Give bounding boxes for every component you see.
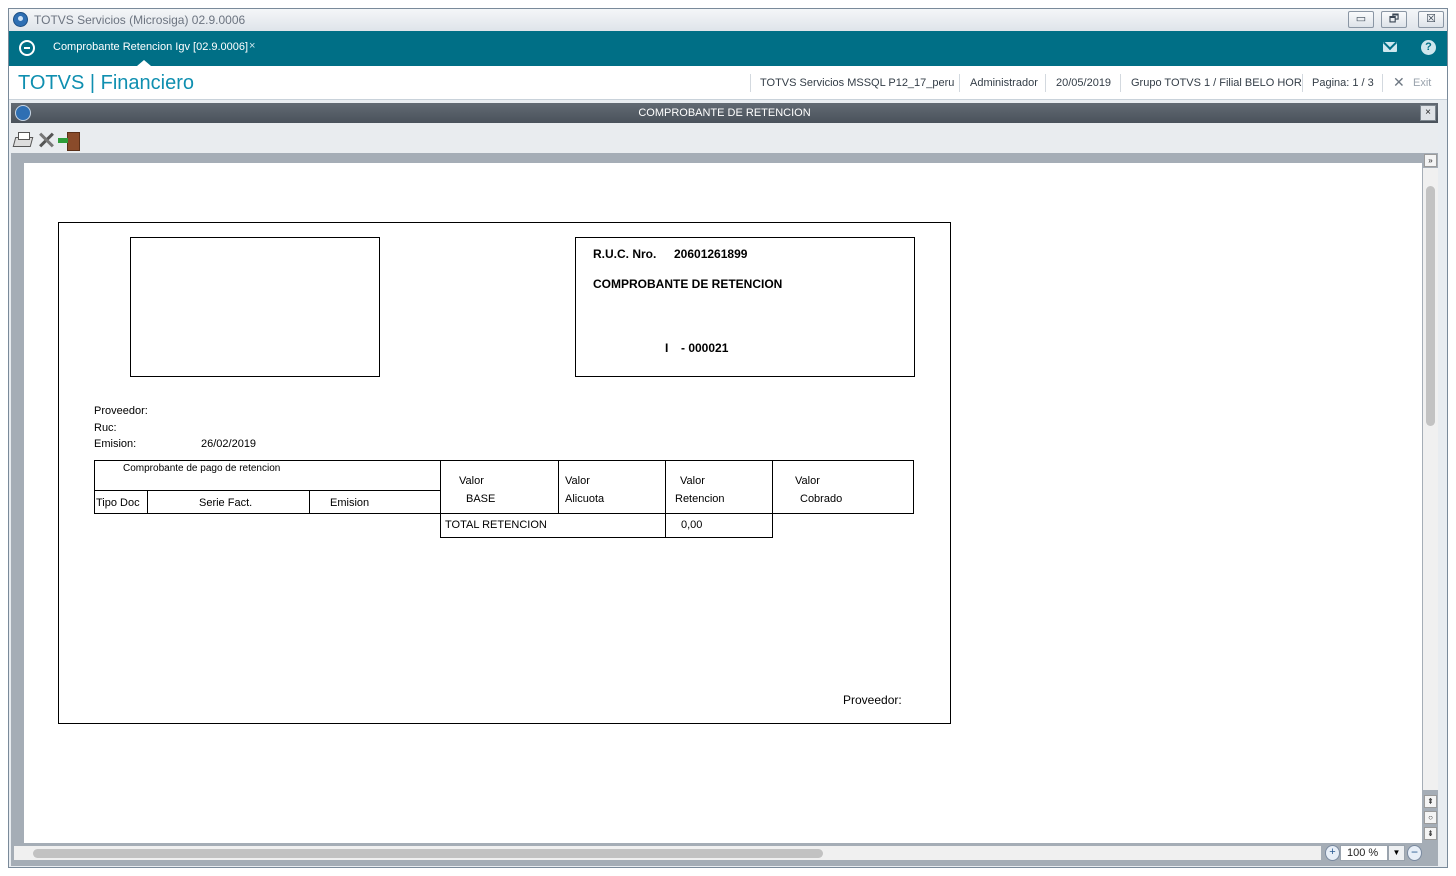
last-page-button[interactable]: ⇟ [1424,827,1437,840]
environment-info: TOTVS Servicios MSSQL P12_17_peru [760,77,955,89]
user-info: Administrador [970,77,1038,89]
emision-label: Emision: [94,438,137,450]
col-alicuota-line2: Alicuota [565,493,605,505]
tab-close-icon[interactable]: × [249,40,255,52]
divider [1382,74,1383,92]
total-retencion-label: TOTAL RETENCION [445,519,547,531]
zoom-select[interactable]: 100 % [1340,845,1388,861]
dialog-close-button[interactable]: × [1420,105,1436,121]
col-cobrado-line1: Valor [795,475,820,487]
exit-door-icon[interactable] [58,131,80,151]
col-retencion-line1: Valor [680,475,705,487]
col-emision: Emision [330,497,370,509]
table-group-header: Comprobante de pago de retencion [123,463,281,474]
module-title: TOTVS | Financiero [18,72,194,94]
col-base-line1: Valor [459,475,484,487]
preview-toolbar [11,123,1438,153]
printer-icon[interactable] [12,131,32,149]
page-info: Pagina: 1 / 3 [1312,77,1374,89]
mail-icon[interactable] [1383,42,1397,52]
footer-proveedor-label: Proveedor: [843,693,902,707]
window-titlebar: TOTVS Servicios (Microsiga) 02.9.0006 ▭ … [9,9,1447,31]
divider [1045,74,1046,92]
document-title: COMPROBANTE DE RETENCION [593,277,783,291]
col-alicuota-line1: Valor [565,475,590,487]
tab-comprobante-retencion[interactable]: Comprobante Retencion Igv [02.9.0006] [53,41,248,53]
exit-icon[interactable]: ✕ [1393,74,1405,91]
dialog-title: COMPROBANTE DE RETENCION [638,107,811,119]
center-page-button[interactable]: ○ [1424,811,1437,824]
document-number: - 000021 [681,341,729,355]
minimize-button[interactable]: ▭ [1348,11,1374,28]
table-divider [558,460,559,514]
tools-icon[interactable] [36,131,56,149]
totvs-app-icon [13,12,28,27]
side-panel-toggle-button[interactable]: » [1424,154,1437,167]
divider [1302,74,1303,92]
table-divider [440,460,441,538]
document-series: I [665,341,669,355]
zoom-out-icon[interactable]: − [1407,845,1422,861]
ruc-label: R.U.C. Nro. [593,247,657,261]
table-divider [665,460,666,538]
tab-bar: Comprobante Retencion Igv [02.9.0006] × [9,31,1447,66]
total-retencion-value: 0,00 [681,519,703,531]
col-tipo-doc: Tipo Doc [96,497,140,509]
divider [1120,74,1121,92]
col-retencion-line2: Retencion [675,493,725,505]
col-serie-fact: Serie Fact. [199,497,253,509]
help-icon[interactable]: ? [1421,40,1436,55]
col-base-line2: BASE [466,493,496,505]
zoom-in-icon[interactable]: + [1325,845,1340,861]
restore-button[interactable]: 🗗 [1381,11,1407,28]
exit-button[interactable]: Exit [1413,77,1431,89]
divider [750,74,751,92]
divider [959,74,960,92]
window-title: TOTVS Servicios (Microsiga) 02.9.0006 [34,13,246,27]
ruc-value: 20601261899 [674,247,748,261]
branch-info: Grupo TOTVS 1 / Filial BELO HOR [1131,77,1302,89]
col-cobrado-line2: Cobrado [800,493,843,505]
close-window-button[interactable]: ☒ [1418,11,1444,28]
zoom-dropdown-icon[interactable]: ▼ [1388,845,1405,861]
date-info: 20/05/2019 [1056,77,1112,89]
proveedor-label: Proveedor: [94,405,148,417]
first-page-button[interactable]: ⇞ [1424,795,1437,808]
logo-box [130,237,380,377]
table-divider [440,537,773,538]
table-divider [772,460,773,538]
totvs-logo-icon[interactable] [19,40,35,56]
ruc-field-label: Ruc: [94,422,117,434]
table-divider [309,490,310,514]
table-divider [147,490,148,514]
vertical-scroll-thumb[interactable] [1426,186,1435,426]
emision-value: 26/02/2019 [201,438,257,450]
horizontal-scroll-thumb[interactable] [33,849,823,858]
